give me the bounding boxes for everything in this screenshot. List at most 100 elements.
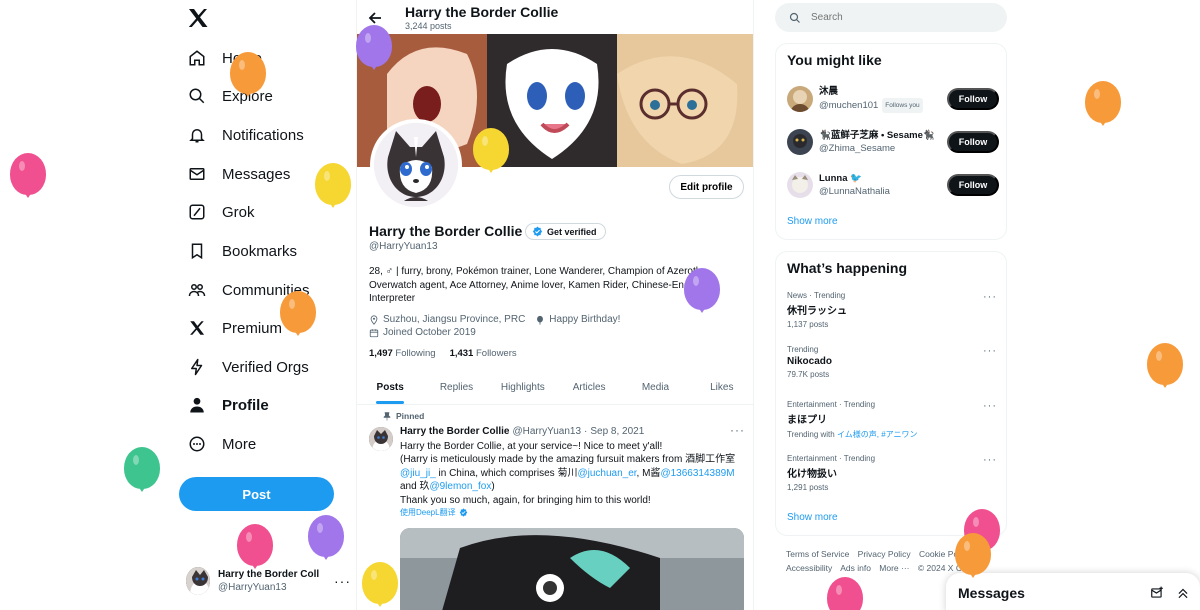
post-date[interactable]: Sep 8, 2021 [590, 426, 644, 437]
whats-happening-panel: What’s happening News · Trending 休刊ラッシュ … [775, 251, 1007, 536]
chevron-up-icon[interactable] [1176, 586, 1190, 600]
new-message-icon[interactable] [1150, 586, 1164, 600]
follow-button[interactable]: Follow [947, 88, 999, 110]
suggestion-name: 🐈‍⬛蓝鲜子芝麻 • Sesame🐈‍⬛ [819, 130, 935, 141]
trend-context: Entertainment · Trending [787, 454, 876, 463]
more-icon[interactable]: ··· [983, 400, 997, 412]
follow-suggestion[interactable]: 🐈‍⬛蓝鲜子芝麻 • Sesame🐈‍⬛ @Zhima_Sesame Follo… [787, 127, 999, 157]
following-label: Following [395, 348, 436, 359]
balloon-decoration [827, 577, 863, 610]
profile-meta-row: Suzhou, Jiangsu Province, PRC Happy Birt… [369, 314, 620, 325]
trend-count: 79.7K posts [787, 370, 830, 379]
tab-highlights[interactable]: Highlights [490, 371, 556, 404]
footer-link[interactable]: Terms of Service [786, 549, 849, 559]
follow-suggestion[interactable]: Lunna 🐦 @LunnaNathalia Follow [787, 170, 999, 200]
account-name: Harry the Border Coll [218, 569, 320, 580]
tab-posts[interactable]: Posts [357, 371, 423, 404]
nav-item-premium[interactable]: Premium [186, 313, 282, 343]
post-button[interactable]: Post [179, 477, 334, 511]
nav-item-messages[interactable]: Messages [186, 159, 290, 189]
avatar[interactable] [787, 86, 813, 112]
nav-label-grok: Grok [222, 203, 255, 221]
tab-replies[interactable]: Replies [423, 371, 489, 404]
nav-item-grok[interactable]: Grok [186, 197, 255, 227]
nav-item-bookmarks[interactable]: Bookmarks [186, 236, 297, 266]
profile-avatar[interactable] [370, 119, 462, 211]
mention-link[interactable]: @jiu_ji_ [400, 468, 436, 479]
show-more-link[interactable]: Show more [787, 512, 838, 523]
profile-tabs: Posts Replies Highlights Articles Media … [357, 371, 753, 405]
following-link[interactable]: 1,497 Following [369, 348, 436, 359]
get-verified-button[interactable]: Get verified [525, 223, 606, 240]
trend-item[interactable]: Trending Nikocado 79.7K posts ··· [787, 345, 999, 379]
show-more-link[interactable]: Show more [787, 216, 838, 227]
more-icon[interactable]: ··· [983, 345, 997, 357]
balloon-decoration [1147, 343, 1183, 388]
post-media-image[interactable] [400, 528, 744, 610]
get-verified-label: Get verified [547, 226, 597, 237]
edit-profile-button[interactable]: Edit profile [669, 175, 744, 199]
more-circle-icon [186, 433, 208, 455]
post-handle[interactable]: @HarryYuan13 [512, 426, 581, 437]
mention-link[interactable]: @9lemon_fox [429, 481, 491, 492]
more-icon[interactable]: ··· [983, 454, 997, 466]
trend-item[interactable]: Entertainment · Trending 化け物扱い 1,291 pos… [787, 454, 999, 492]
post-count: 3,244 posts [405, 21, 452, 31]
trend-with-tags[interactable]: イム様の声, #アニワン [837, 430, 918, 439]
account-handle: @HarryYuan13 [218, 582, 287, 593]
balloon-decoration [280, 291, 316, 336]
profile-header-bar: Harry the Border Collie 3,244 posts [357, 0, 753, 34]
more-icon[interactable]: ··· [983, 291, 997, 303]
footer-link[interactable]: More ··· [879, 563, 909, 573]
follow-button[interactable]: Follow [947, 174, 999, 196]
avatar[interactable] [369, 427, 393, 451]
followers-label: Followers [475, 348, 517, 359]
messages-drawer[interactable]: Messages [946, 573, 1200, 610]
x-logo-icon[interactable] [186, 6, 210, 30]
nav-item-verified-orgs[interactable]: Verified Orgs [186, 352, 309, 382]
tab-likes[interactable]: Likes [689, 371, 753, 404]
followers-link[interactable]: 1,431 Followers [450, 348, 517, 359]
balloon-decoration [308, 515, 344, 560]
trend-item[interactable]: Entertainment · Trending まほプリ Trending w… [787, 400, 999, 440]
post-author[interactable]: Harry the Border Collie [400, 426, 509, 437]
trend-context: Trending [787, 345, 819, 354]
trend-item[interactable]: News · Trending 休刊ラッシュ 1,137 posts ··· [787, 291, 999, 329]
nav-item-more[interactable]: More [186, 429, 256, 459]
suggestion-name: 沐晨 [819, 86, 839, 97]
footer-link[interactable]: Ads info [840, 563, 871, 573]
follow-suggestion[interactable]: 沐晨 @muchen101 Follows you Follow [787, 84, 999, 114]
bookmark-icon [186, 240, 208, 262]
nav-item-profile[interactable]: Profile [186, 390, 269, 420]
person-icon [186, 394, 208, 416]
account-switcher[interactable]: Harry the Border Coll @HarryYuan13 ··· [186, 563, 351, 599]
birthday-text: Happy Birthday! [549, 314, 621, 325]
search-box[interactable] [775, 3, 1007, 32]
post-line: (Harry is meticulously made by the amazi… [400, 454, 736, 466]
more-icon[interactable]: ··· [730, 423, 745, 437]
footer-link[interactable]: Accessibility [786, 563, 832, 573]
tab-media[interactable]: Media [622, 371, 688, 404]
pinned-post[interactable]: Pinned Harry the Border Collie @HarryYua… [357, 405, 753, 610]
header-title: Harry the Border Collie [405, 4, 559, 20]
avatar[interactable] [787, 129, 813, 155]
post-line: Harry the Border Collie, at your service… [400, 441, 663, 452]
follow-counts: 1,497 Following 1,431 Followers [369, 348, 517, 359]
nav-item-notifications[interactable]: Notifications [186, 120, 304, 150]
tab-articles[interactable]: Articles [556, 371, 622, 404]
messages-drawer-actions [1150, 586, 1190, 600]
avatar[interactable] [787, 172, 813, 198]
mention-link[interactable]: @1366314389M [660, 468, 734, 479]
suggestion-handle: @muchen101 [819, 100, 879, 111]
back-arrow-icon[interactable] [367, 10, 383, 26]
footer-link[interactable]: Privacy Policy [858, 549, 911, 559]
trend-context: News · Trending [787, 291, 846, 300]
translate-link[interactable]: 使用DeepL翻译 [400, 507, 468, 518]
more-icon[interactable]: ··· [334, 573, 351, 589]
mention-link[interactable]: @juchuan_er [577, 468, 636, 479]
search-input[interactable] [811, 12, 991, 23]
profile-bio: 28, ♂ | furry, brony, Pokémon trainer, L… [369, 266, 705, 304]
follow-button[interactable]: Follow [947, 131, 999, 153]
nav-label-notifications: Notifications [222, 126, 304, 144]
balloon-decoration [473, 128, 509, 173]
